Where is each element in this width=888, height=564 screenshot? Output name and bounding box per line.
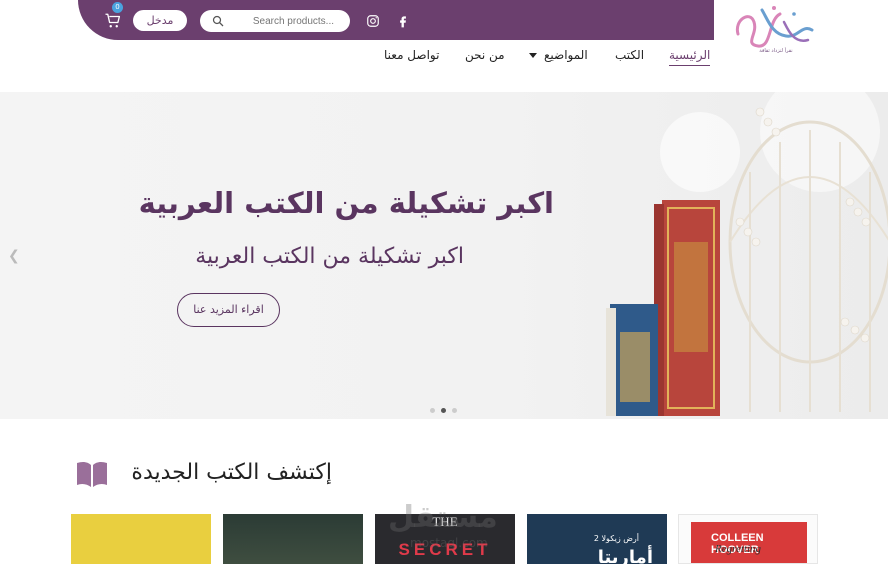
nav-home[interactable]: الرئيسية [669,48,711,66]
hero-subtitle: اكبر تشكيلة من الكتب العربية [195,244,464,269]
hero-title: اكبر تشكيلة من الكتب العربية [138,186,554,220]
facebook-icon[interactable] [396,14,410,28]
slider-dot-active[interactable] [441,408,446,413]
previous-slide-arrow[interactable]: ❮ [8,248,20,264]
cart-count-badge: 0 [112,2,123,13]
cart-icon [105,13,121,28]
instagram-icon[interactable] [366,14,380,28]
slider-dots [430,408,457,413]
chevron-down-icon[interactable] [529,53,537,58]
watermark: مستقل [388,500,498,535]
nav-books[interactable]: الكتب [615,48,644,66]
book-cover-text: أرض زيكولا 2 [593,534,639,543]
section-title: إكتشف الكتب الجديدة [131,460,332,485]
search-input[interactable] [234,15,334,27]
book-card[interactable] [71,514,211,564]
logo-tagline: نقرأ لتزداد ثقافة [759,48,793,54]
search-icon[interactable] [212,15,224,27]
book-card[interactable]: أرض زيكولا 2 أماريتا [527,514,667,564]
cart-button[interactable]: 0 [104,2,126,30]
book-cover-title: أماريتا [597,547,653,564]
read-more-button[interactable]: اقراء المزيد عنا [177,293,280,327]
hero-slider: ❮ اكبر تشكيلة من الكتب العربية اكبر تشكي… [0,92,888,419]
slider-dot[interactable] [430,408,435,413]
search-box [200,10,350,32]
nav-topics[interactable]: المواضيع [544,48,588,66]
open-book-icon [77,461,107,487]
book-card[interactable] [223,514,363,564]
book-cover-title: Regretting [715,543,762,555]
watermark-url: mostaql.com [410,536,488,550]
nav-about[interactable]: من نحن [465,48,505,66]
nav-contact[interactable]: تواصل معنا [384,48,439,66]
slider-dot[interactable] [452,408,457,413]
book-card[interactable]: COLLEEN HOOVER Regretting [678,514,818,564]
login-button[interactable]: مدخل [133,10,187,31]
